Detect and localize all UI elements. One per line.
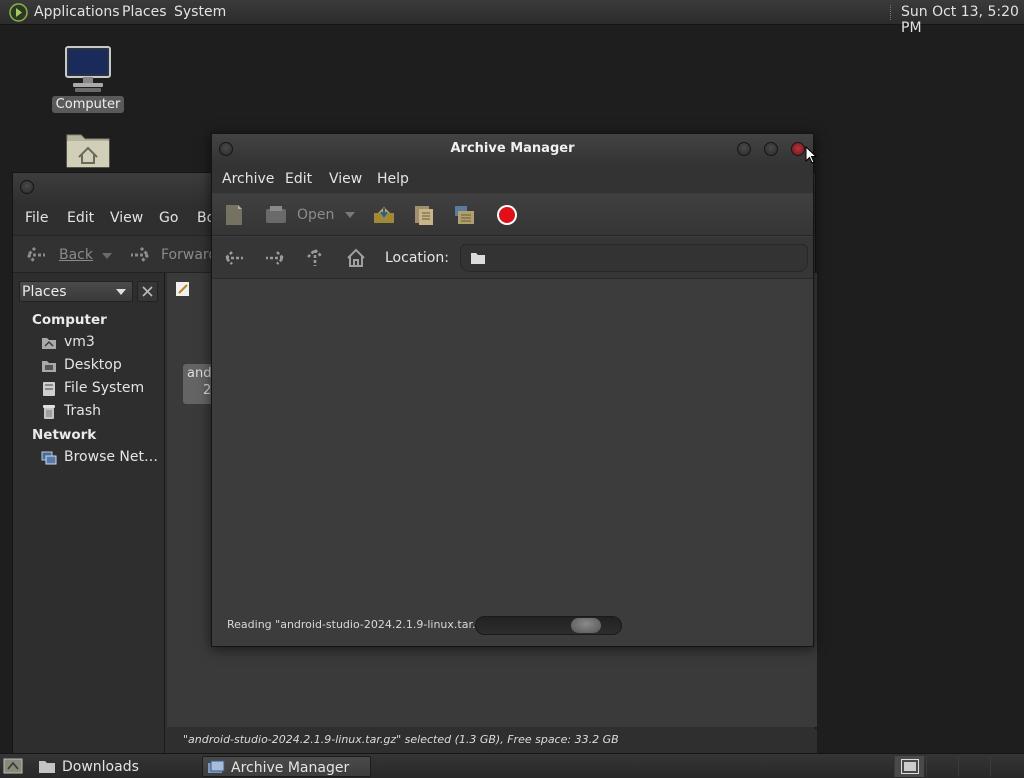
mouse-pointer-icon bbox=[805, 146, 817, 164]
places-selector[interactable]: Places bbox=[19, 281, 133, 302]
menu-archive[interactable]: Archive bbox=[222, 171, 274, 187]
open-dropdown-icon[interactable] bbox=[345, 212, 355, 218]
sidebar-item-browse-network[interactable]: Browse Net… bbox=[41, 448, 161, 468]
bottom-panel: Downloads Archive Manager bbox=[0, 753, 1024, 778]
taskbar-item-archive-manager[interactable]: Archive Manager bbox=[202, 756, 371, 777]
top-panel: Applications Places System Sun Oct 13, 5… bbox=[0, 0, 1024, 36]
desktop-folder-icon bbox=[41, 358, 57, 374]
computer-icon bbox=[63, 44, 113, 94]
workspace-3[interactable] bbox=[958, 756, 988, 777]
panel-separator bbox=[890, 5, 892, 20]
menu-file[interactable]: File bbox=[25, 210, 48, 226]
taskbar-item-label: Archive Manager bbox=[231, 760, 350, 776]
minimize-button[interactable] bbox=[737, 142, 751, 156]
places-selector-label: Places bbox=[22, 284, 67, 300]
status-text: Reading "android-studio-2024.2.1.9-linux… bbox=[227, 618, 494, 631]
trash-icon bbox=[41, 404, 57, 420]
sidebar-heading-network: Network bbox=[32, 427, 97, 443]
forward-button[interactable]: Forward bbox=[161, 247, 217, 263]
home-folder-icon bbox=[41, 335, 57, 351]
network-icon bbox=[41, 450, 57, 466]
status-text: "android-studio-2024.2.1.9-linux.tar.gz"… bbox=[183, 733, 619, 746]
taskbar-item-label: Downloads bbox=[62, 759, 139, 775]
drive-icon bbox=[41, 381, 57, 397]
up-arrow-icon[interactable] bbox=[306, 248, 324, 268]
main-menu-logo-icon[interactable] bbox=[9, 3, 28, 22]
places-sidebar: Places Computer vm3 Desktop File System … bbox=[13, 273, 165, 755]
sidebar-item-label: File System bbox=[64, 380, 145, 396]
activity-progress-bar bbox=[475, 616, 622, 635]
archive-manager-titlebar[interactable]: Archive Manager bbox=[212, 134, 813, 165]
back-button[interactable]: Back bbox=[59, 247, 93, 263]
sidebar-item-desktop[interactable]: Desktop bbox=[41, 356, 161, 376]
open-button[interactable]: Open bbox=[297, 207, 334, 223]
archive-manager-statusbar: Reading "android-studio-2024.2.1.9-linux… bbox=[212, 608, 813, 646]
dropdown-arrow-icon bbox=[116, 289, 126, 295]
archive-manager-toolbar: Open bbox=[212, 194, 813, 236]
close-button[interactable] bbox=[791, 142, 805, 156]
progress-pulse bbox=[571, 618, 601, 633]
folder-icon bbox=[470, 251, 486, 265]
menu-view[interactable]: View bbox=[110, 210, 143, 226]
home-folder-icon bbox=[65, 129, 111, 169]
workspace-1[interactable] bbox=[894, 756, 924, 777]
workspace-window-icon bbox=[901, 759, 919, 774]
taskbar-item-downloads[interactable]: Downloads bbox=[34, 756, 199, 777]
menu-edit[interactable]: Edit bbox=[67, 210, 94, 226]
close-icon bbox=[142, 286, 153, 297]
add-folder-icon[interactable] bbox=[452, 203, 476, 227]
menu-view[interactable]: View bbox=[329, 171, 362, 187]
show-desktop-icon[interactable] bbox=[3, 757, 23, 775]
desktop-icon-label: Computer bbox=[51, 96, 125, 113]
window-title: Archive Manager bbox=[450, 141, 575, 156]
file-item-android-studio[interactable]: and 2 bbox=[183, 364, 213, 404]
maximize-button[interactable] bbox=[764, 142, 778, 156]
sidebar-item-label: Browse Net… bbox=[64, 449, 159, 465]
forward-arrow-icon[interactable] bbox=[129, 246, 151, 264]
add-files-icon[interactable] bbox=[412, 203, 436, 227]
back-dropdown-icon[interactable] bbox=[102, 253, 112, 259]
clock[interactable]: Sun Oct 13, 5:20 PM bbox=[901, 4, 1024, 36]
workspace-4[interactable] bbox=[990, 756, 1020, 777]
workspace-2[interactable] bbox=[926, 756, 956, 777]
location-entry[interactable] bbox=[460, 244, 808, 272]
desktop-icon-home[interactable] bbox=[48, 129, 128, 169]
sidebar-heading-computer: Computer bbox=[32, 312, 107, 328]
location-bar: Location: bbox=[212, 237, 813, 279]
menu-help[interactable]: Help bbox=[377, 171, 409, 187]
archive-manager-icon bbox=[207, 759, 225, 775]
archive-manager-menubar: Archive Edit View Help bbox=[212, 165, 813, 193]
new-archive-icon[interactable] bbox=[222, 203, 246, 227]
location-label: Location: bbox=[385, 250, 449, 266]
applications-menu[interactable]: Applications bbox=[34, 4, 120, 20]
file-manager-statusbar: "android-studio-2024.2.1.9-linux.tar.gz"… bbox=[167, 729, 817, 753]
system-menu[interactable]: System bbox=[174, 4, 226, 20]
sidebar-item-file-system[interactable]: File System bbox=[41, 379, 161, 399]
sidebar-item-label: Trash bbox=[64, 403, 101, 419]
menu-go[interactable]: Go bbox=[159, 210, 178, 226]
places-menu[interactable]: Places bbox=[122, 4, 167, 20]
open-archive-icon[interactable] bbox=[264, 203, 288, 227]
stop-icon[interactable] bbox=[495, 203, 519, 227]
archive-manager-window: Archive Manager Archive Edit View Help O… bbox=[211, 133, 814, 647]
archive-file-list[interactable] bbox=[212, 280, 813, 610]
edit-location-icon[interactable] bbox=[175, 281, 191, 297]
home-icon[interactable] bbox=[346, 248, 366, 268]
sidebar-item-label: vm3 bbox=[64, 334, 95, 350]
folder-icon bbox=[38, 758, 56, 774]
window-menu-button[interactable] bbox=[20, 180, 34, 194]
back-arrow-icon[interactable] bbox=[25, 246, 47, 264]
forward-arrow-icon[interactable] bbox=[264, 250, 286, 266]
menu-edit[interactable]: Edit bbox=[285, 171, 312, 187]
extract-icon[interactable] bbox=[372, 203, 396, 227]
sidebar-item-vm3[interactable]: vm3 bbox=[41, 333, 161, 353]
file-item-label-line1: and bbox=[187, 366, 212, 381]
sidebar-item-label: Desktop bbox=[64, 357, 122, 373]
back-arrow-icon[interactable] bbox=[223, 250, 245, 266]
desktop-icon-computer[interactable]: Computer bbox=[48, 44, 128, 113]
sidebar-item-trash[interactable]: Trash bbox=[41, 402, 161, 422]
sidebar-close-button[interactable] bbox=[137, 281, 158, 302]
